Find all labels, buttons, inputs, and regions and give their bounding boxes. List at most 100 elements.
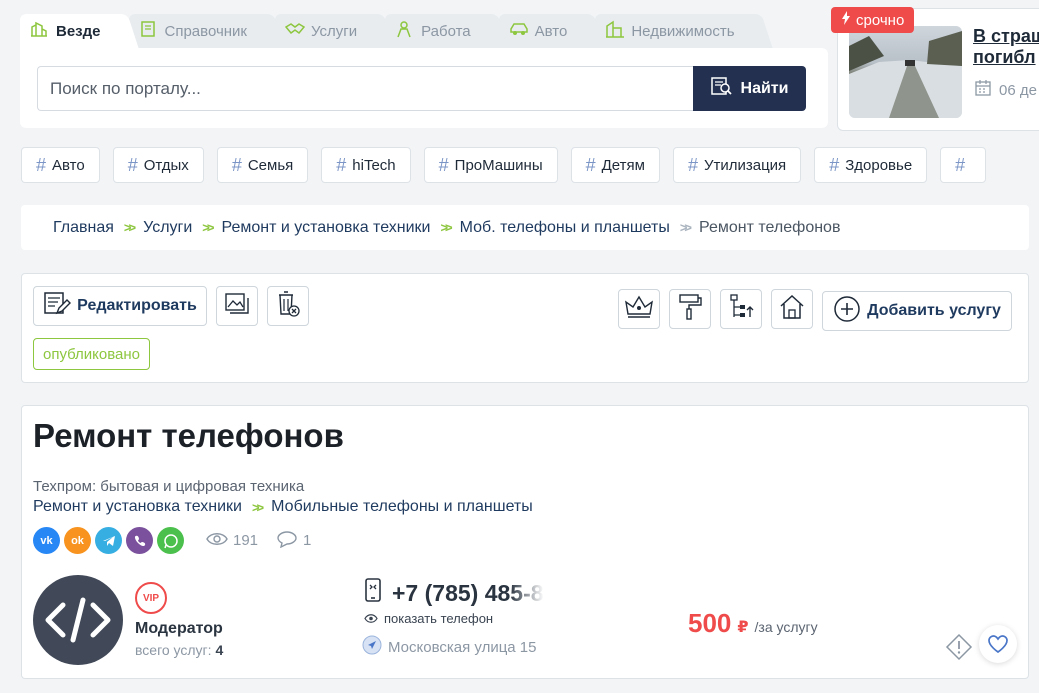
chevron-right-icon: >> [202,220,214,235]
phone-number[interactable]: +7 (785) 485-8 [364,578,544,608]
show-phone-link[interactable]: показать телефон [364,611,493,626]
gallery-icon [224,292,250,321]
breadcrumb-services[interactable]: Услуги [143,219,192,237]
tag-leisure[interactable]: # Отдых [112,147,204,183]
tag-label: Детям [601,156,645,174]
hash-icon: # [829,154,840,175]
status-badge: опубликовано [33,338,151,370]
tag-auto[interactable]: # Авто [21,147,100,183]
house-icon [778,293,806,326]
breadcrumb-current: Ремонт телефонов [699,218,841,236]
tab-label: Везде [56,22,101,40]
tag-family[interactable]: # Семья [216,147,309,183]
news-title-line: В страш [973,26,1039,46]
page-title: Ремонт телефонов [33,417,344,454]
comment-icon [276,530,298,552]
tab-services[interactable]: Услуги [275,14,380,48]
crown-icon [624,294,654,325]
category-link[interactable]: Ремонт и установка техники [33,498,242,516]
tag-promashiny[interactable]: # ПроМашины [423,147,558,183]
views-count: 191 [233,532,259,549]
search-input[interactable] [37,66,694,111]
author-name[interactable]: Модератор [135,620,223,638]
tag-health[interactable]: # Здоровье [814,147,928,183]
add-service-button[interactable]: Добавить услугу [822,291,1012,331]
tree-up-icon [728,293,754,326]
phone-hidden: 5-8 [510,579,544,606]
tag-list: # Авто # Отдых # Семья # hiTech # ПроМашины #… [21,147,987,183]
tag-more[interactable]: # [940,147,987,183]
comments-stat[interactable]: 1 [276,530,311,552]
telegram-icon[interactable] [95,527,122,554]
category-path: Ремонт и установка техники >> Мобильные … [33,498,533,516]
favorite-button[interactable] [979,625,1017,663]
add-service-label: Добавить услугу [867,302,1001,319]
services-count-value: 4 [215,642,224,658]
hash-icon: # [438,154,449,175]
building-icon [605,20,625,43]
promote-button[interactable] [618,289,660,329]
avatar[interactable] [33,575,123,665]
chevron-right-icon: >> [440,220,452,235]
trash-icon [275,290,301,323]
tab-realty[interactable]: Недвижимость [595,14,757,48]
address-text: Московская улица 15 [388,638,537,656]
tab-directory[interactable]: Справочник [128,14,269,48]
worker-icon [395,20,413,43]
show-phone-label: показать телефон [384,611,494,626]
phone-icon [364,578,384,608]
address[interactable]: Московская улица 15 [362,635,537,659]
tag-label: Утилизация [703,156,787,174]
home-button[interactable] [771,289,813,329]
subcategory-link[interactable]: Мобильные телефоны и планшеты [271,498,533,516]
phone-visible: +7 (785) 48 [392,579,511,606]
buildings-icon [30,20,48,43]
news-date-text: 06 де [999,81,1037,99]
hash-icon: # [36,154,47,175]
book-icon [139,20,157,43]
breadcrumb-home[interactable]: Главная [53,219,114,237]
raise-button[interactable] [720,289,762,329]
news-title[interactable]: В страш погибл [973,26,1039,68]
comments-count: 1 [303,532,312,549]
breadcrumb-repair[interactable]: Ремонт и установка техники [221,219,430,237]
tab-label: Работа [421,22,471,40]
news-image[interactable] [849,26,962,118]
news-title-line: погибл [973,47,1036,67]
tag-label: ПроМашины [454,156,543,174]
hash-icon: # [585,154,596,175]
hash-icon: # [687,154,698,175]
breadcrumb: Главная >> Услуги >> Ремонт и установка … [21,205,1029,250]
viber-icon[interactable] [126,527,153,554]
car-icon [509,21,528,42]
report-button[interactable] [944,632,974,662]
delete-button[interactable] [267,286,309,326]
gallery-button[interactable] [216,286,258,326]
vk-icon[interactable]: vk [33,527,60,554]
services-count-label: всего услуг: [135,642,212,658]
tag-kids[interactable]: # Детям [570,147,660,183]
breadcrumb-phones[interactable]: Моб. телефоны и планшеты [460,219,670,237]
search-button[interactable]: Найти [693,66,806,111]
calendar-icon [975,80,991,100]
tab-label: Авто [534,22,568,40]
edit-button[interactable]: Редактировать [33,286,207,326]
location-icon [362,635,382,659]
highlight-button[interactable] [669,289,711,329]
tag-hitech[interactable]: # hiTech [321,147,411,183]
tag-recycling[interactable]: # Утилизация [672,147,802,183]
odnoklassniki-icon[interactable]: ok [64,527,91,554]
tab-jobs[interactable]: Работа [385,14,493,48]
services-count: всего услуг: 4 [135,642,223,658]
whatsapp-icon[interactable] [157,527,184,554]
hash-icon: # [127,154,138,175]
tab-auto[interactable]: Авто [498,14,590,48]
urgent-label: срочно [856,11,905,29]
price-value: 500 [688,608,732,638]
tab-everywhere[interactable]: Везде [20,14,123,48]
company-name[interactable]: Техпром: бытовая и цифровая техника [33,478,304,495]
news-date: 06 де [975,80,1037,100]
chevron-right-icon: >> [679,220,692,235]
hash-icon: # [231,154,242,175]
hash-icon: # [336,154,347,175]
